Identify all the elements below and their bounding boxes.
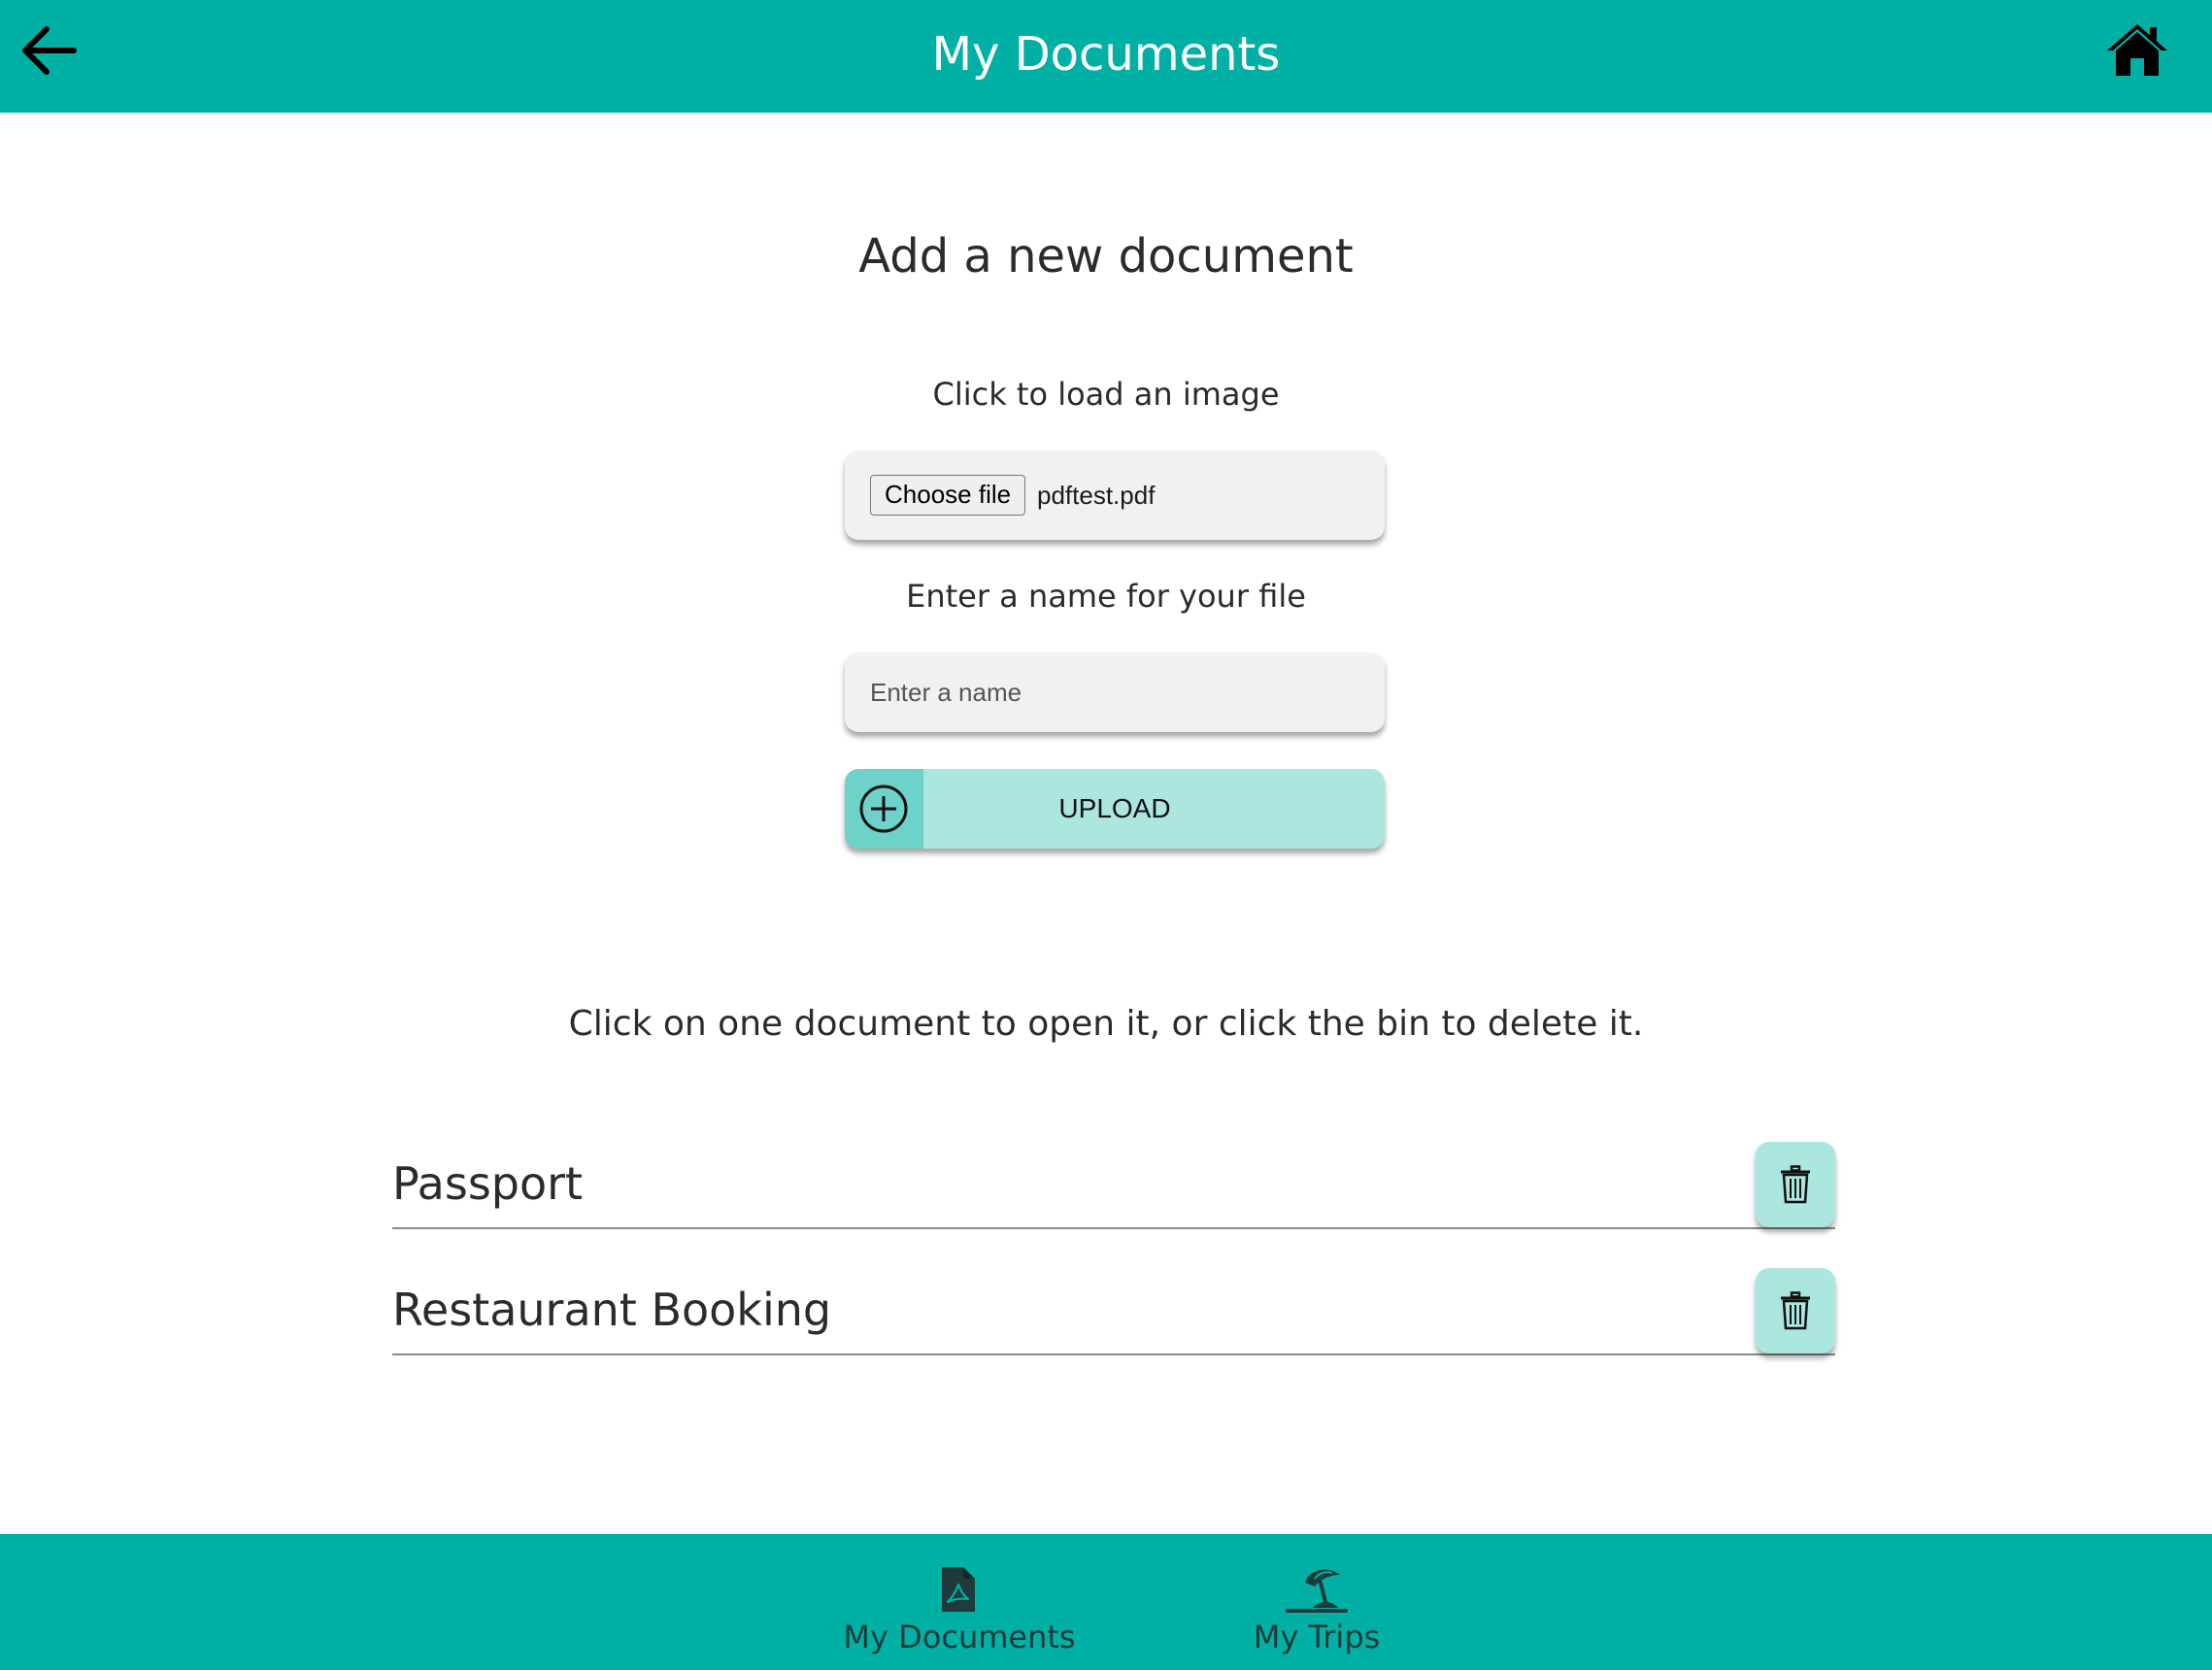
tab-my-documents[interactable]: My Documents xyxy=(843,1534,1076,1670)
document-row[interactable]: Restaurant Booking xyxy=(392,1268,1835,1355)
upload-button[interactable]: UPLOAD xyxy=(845,769,1385,849)
instructions-text: Click on one document to open it, or cli… xyxy=(568,1004,1644,1044)
tab-my-trips[interactable]: My Trips xyxy=(1239,1534,1394,1670)
tab-label: My Documents xyxy=(843,1619,1076,1655)
file-name-label: Enter a name for your file xyxy=(906,578,1306,615)
upload-label: UPLOAD xyxy=(1058,793,1171,823)
file-picker: Choose file pdftest.pdf xyxy=(845,451,1385,540)
home-button[interactable] xyxy=(2105,21,2171,80)
document-row[interactable]: Passport xyxy=(392,1142,1835,1229)
bottom-tab-bar: My Documents My Trips xyxy=(0,1534,2212,1670)
trash-icon xyxy=(1781,1165,1810,1204)
delete-button[interactable] xyxy=(1756,1268,1835,1353)
app-header: My Documents xyxy=(0,0,2212,113)
delete-button[interactable] xyxy=(1756,1142,1835,1227)
file-name-input[interactable] xyxy=(845,652,1385,732)
load-image-label: Click to load an image xyxy=(932,376,1280,413)
pdf-file-icon xyxy=(942,1567,975,1612)
selected-file-name: pdftest.pdf xyxy=(1037,481,1156,510)
choose-file-button[interactable]: Choose file xyxy=(870,475,1026,516)
tab-label: My Trips xyxy=(1253,1619,1381,1655)
page-title: My Documents xyxy=(931,27,1281,82)
section-heading: Add a new document xyxy=(858,229,1354,284)
trash-icon xyxy=(1781,1291,1810,1330)
document-name: Passport xyxy=(392,1157,584,1210)
document-name: Restaurant Booking xyxy=(392,1284,832,1336)
beach-umbrella-icon xyxy=(1286,1569,1348,1613)
home-icon xyxy=(2107,24,2167,76)
